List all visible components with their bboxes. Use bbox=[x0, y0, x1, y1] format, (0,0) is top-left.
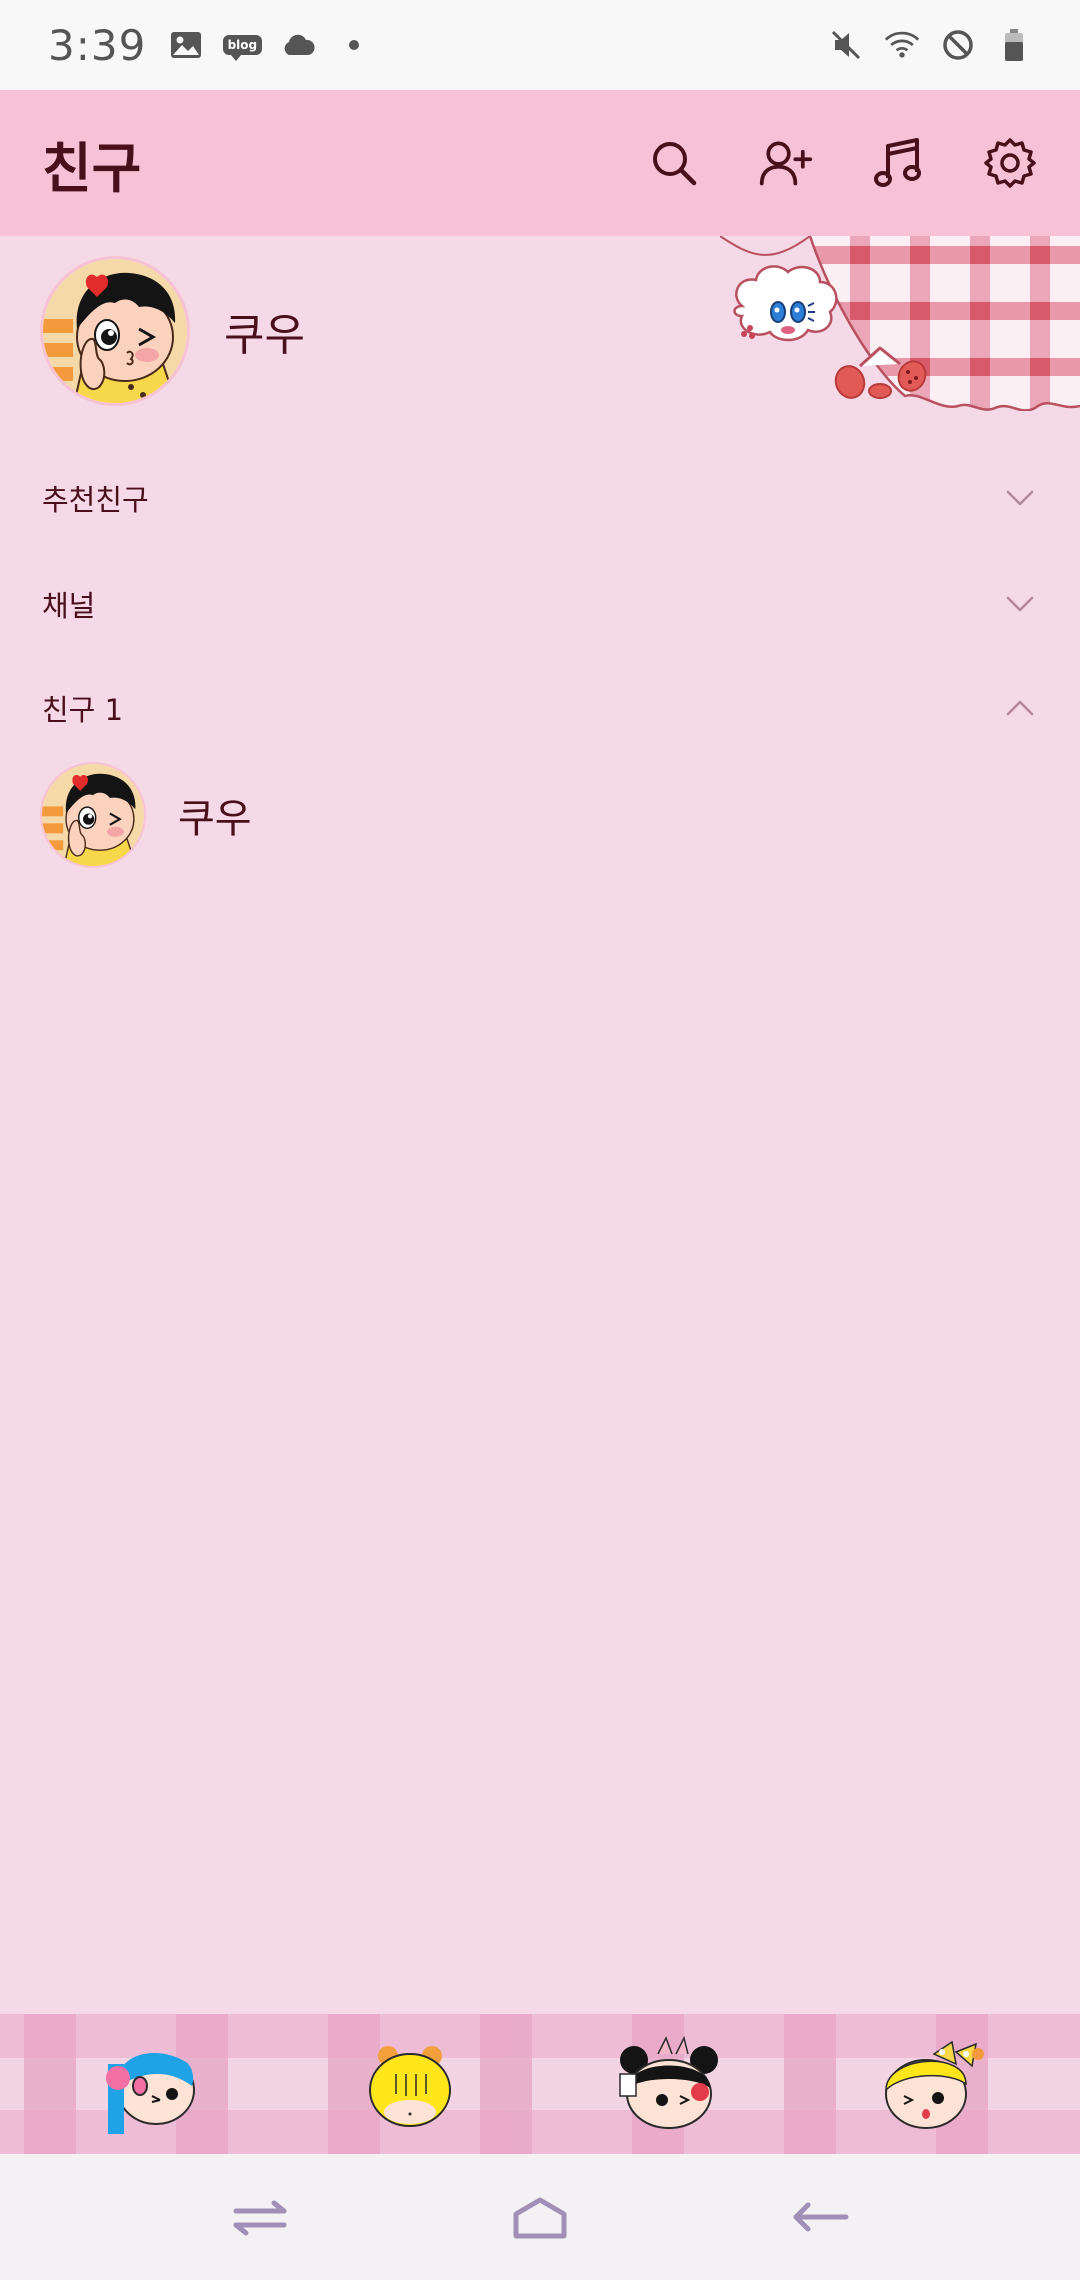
search-icon bbox=[653, 142, 697, 186]
cloud-icon bbox=[280, 27, 316, 63]
character-avatar-image bbox=[43, 259, 187, 403]
section-friends[interactable]: 친구 1 bbox=[0, 658, 1080, 758]
tab-view[interactable] bbox=[614, 2034, 718, 2134]
app-header: 친구 bbox=[0, 90, 1080, 236]
recent-apps-button[interactable] bbox=[220, 2187, 300, 2247]
settings-button[interactable] bbox=[982, 135, 1038, 191]
decorative-tablecloth-cloud-illustration bbox=[720, 236, 1080, 411]
character-avatar-image bbox=[42, 764, 144, 866]
section-recommended-friends[interactable]: 추천친구 bbox=[0, 448, 1080, 548]
status-right-icons bbox=[828, 27, 1032, 63]
system-nav-bar bbox=[0, 2154, 1080, 2280]
yellow-bow-character-icon bbox=[885, 2040, 984, 2129]
friend-list-item[interactable]: 쿠우 bbox=[40, 760, 1040, 870]
chevron-up-icon bbox=[1006, 700, 1034, 716]
music-button[interactable] bbox=[870, 135, 926, 191]
friend-name: 쿠우 bbox=[178, 796, 252, 842]
blog-icon: blog bbox=[222, 27, 263, 63]
tab-chats[interactable] bbox=[360, 2034, 460, 2134]
do-not-disturb-icon bbox=[940, 27, 976, 63]
my-profile-name: 쿠우 bbox=[224, 310, 305, 361]
blog-badge-label: blog bbox=[222, 35, 263, 61]
tab-more[interactable] bbox=[880, 2034, 984, 2134]
add-friend-icon bbox=[759, 141, 813, 186]
black-hair-character-icon bbox=[619, 2035, 718, 2129]
mute-icon bbox=[828, 27, 864, 63]
recent-apps-icon bbox=[233, 2200, 287, 2236]
home-icon bbox=[513, 2197, 567, 2239]
my-profile[interactable]: 쿠우 bbox=[40, 256, 305, 406]
status-bar: 3:39 blog bbox=[0, 0, 1080, 90]
header-actions bbox=[646, 135, 1038, 191]
home-button[interactable] bbox=[500, 2187, 580, 2247]
music-icon bbox=[874, 138, 921, 187]
my-avatar[interactable] bbox=[40, 256, 190, 406]
back-icon bbox=[793, 2202, 849, 2232]
search-button[interactable] bbox=[646, 135, 702, 191]
section-label-recommended-friends: 추천친구 bbox=[42, 483, 149, 517]
blue-hair-character-icon bbox=[106, 2053, 195, 2134]
back-button[interactable] bbox=[780, 2187, 860, 2247]
page-title: 친구 bbox=[42, 136, 142, 200]
section-label-friends: 친구 1 bbox=[42, 693, 124, 727]
wifi-icon bbox=[884, 27, 920, 63]
section-channel[interactable]: 채널 bbox=[0, 554, 1080, 654]
settings-icon bbox=[984, 138, 1036, 188]
yellow-hair-character-icon bbox=[369, 2046, 451, 2127]
gallery-icon bbox=[168, 27, 204, 63]
notification-dot-icon bbox=[336, 27, 372, 63]
status-time: 3:39 bbox=[48, 20, 147, 70]
status-left-icons: blog bbox=[168, 27, 372, 63]
friend-avatar[interactable] bbox=[40, 762, 146, 868]
chevron-down-icon bbox=[1006, 490, 1034, 506]
add-friend-button[interactable] bbox=[758, 135, 814, 191]
bottom-tab-bar bbox=[0, 2014, 1080, 2154]
tab-friends[interactable] bbox=[96, 2034, 196, 2134]
chevron-down-icon bbox=[1006, 596, 1034, 612]
section-label-channel: 채널 bbox=[42, 589, 96, 623]
battery-icon bbox=[996, 27, 1032, 63]
